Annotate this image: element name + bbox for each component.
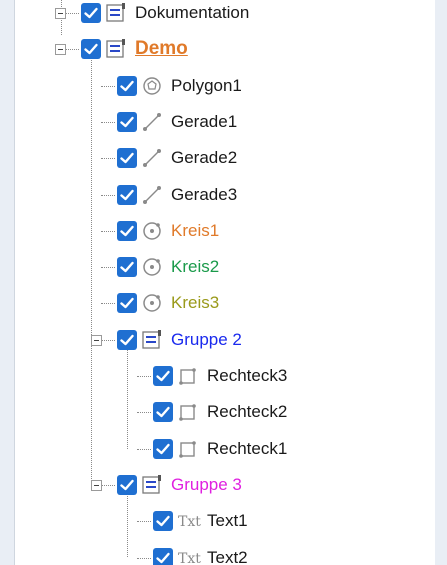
layer-panel: Dokumentation Demo Polygon1 Gerade1 Gerade2 G… bbox=[0, 0, 447, 565]
circle-icon bbox=[141, 256, 161, 276]
tree-connector-line bbox=[101, 121, 115, 123]
checkmark-icon bbox=[156, 515, 170, 527]
visibility-gruppe-3-checkbox[interactable] bbox=[117, 474, 137, 495]
tree-connector-line bbox=[101, 194, 115, 196]
checkmark-icon bbox=[120, 479, 134, 491]
svg-text:Txt: Txt bbox=[178, 551, 201, 565]
tree-connector-line bbox=[65, 13, 79, 14]
tree-connector-line bbox=[101, 303, 115, 305]
visibility-gerade2-checkbox[interactable] bbox=[117, 148, 137, 169]
polygon-icon bbox=[141, 75, 161, 95]
group-icon bbox=[105, 2, 125, 22]
circle-icon bbox=[141, 220, 161, 240]
checkmark-icon bbox=[156, 407, 170, 418]
tree-connector-line bbox=[137, 412, 151, 414]
collapse-demo-expander[interactable] bbox=[55, 44, 66, 56]
visibility-kreis2-checkbox[interactable] bbox=[117, 257, 137, 278]
rectangle-icon bbox=[177, 401, 197, 422]
visibility-rechteck3-checkbox[interactable] bbox=[153, 366, 173, 386]
visibility-demo-checkbox[interactable] bbox=[81, 39, 101, 60]
tree-connector-line bbox=[101, 230, 115, 232]
visibility-gruppe-2-checkbox[interactable] bbox=[117, 329, 137, 350]
checkmark-icon bbox=[120, 261, 134, 273]
line-icon bbox=[141, 184, 161, 204]
layer-item-rechteck2-label[interactable]: Rechteck2 bbox=[207, 402, 287, 422]
visibility-polygon1-checkbox[interactable] bbox=[117, 75, 137, 96]
checkmark-icon bbox=[120, 298, 134, 309]
tree-connector-line bbox=[65, 49, 79, 51]
tree-connector-line bbox=[101, 85, 115, 87]
tree-connector-line bbox=[101, 267, 115, 269]
layer-item-kreis1-label[interactable]: Kreis1 bbox=[171, 221, 219, 241]
checkmark-icon bbox=[120, 80, 134, 91]
layer-item-dokumentation-label[interactable]: Dokumentation bbox=[135, 3, 249, 23]
checkmark-icon bbox=[156, 370, 170, 382]
checkmark-icon bbox=[120, 152, 134, 164]
layer-item-gruppe-3-label[interactable]: Gruppe 3 bbox=[171, 475, 242, 495]
checkmark-icon bbox=[120, 116, 134, 128]
layer-tree: Dokumentation Demo Polygon1 Gerade1 Gerade2 G… bbox=[14, 0, 435, 565]
collapse-gruppe-2-expander[interactable] bbox=[91, 334, 102, 346]
group-icon bbox=[105, 38, 125, 58]
layer-item-kreis2-label[interactable]: Kreis2 bbox=[171, 257, 219, 277]
checkmark-icon bbox=[84, 7, 98, 19]
checkmark-icon bbox=[156, 443, 170, 454]
layer-item-gerade1-label[interactable]: Gerade1 bbox=[171, 112, 237, 132]
line-icon bbox=[141, 147, 161, 168]
layer-item-kreis3-label[interactable]: Kreis3 bbox=[171, 293, 219, 313]
layer-item-gruppe-2-label[interactable]: Gruppe 2 bbox=[171, 330, 242, 350]
tree-connector-line bbox=[101, 158, 115, 160]
layer-item-demo-label[interactable]: Demo bbox=[135, 39, 188, 59]
visibility-rechteck2-checkbox[interactable] bbox=[153, 402, 173, 423]
group-icon bbox=[141, 474, 161, 494]
visibility-gerade3-checkbox[interactable] bbox=[117, 184, 137, 205]
checkmark-icon bbox=[120, 334, 134, 345]
tree-connector-line bbox=[91, 49, 92, 485]
layer-item-gerade2-label[interactable]: Gerade2 bbox=[171, 148, 237, 168]
checkmark-icon bbox=[156, 552, 170, 563]
rectangle-icon bbox=[177, 365, 197, 385]
layer-item-rechteck3-label[interactable]: Rechteck3 bbox=[207, 366, 287, 386]
collapse-dokumentation-expander[interactable] bbox=[55, 8, 66, 19]
visibility-dokumentation-checkbox[interactable] bbox=[81, 3, 101, 23]
layer-item-polygon1-label[interactable]: Polygon1 bbox=[171, 76, 242, 96]
tree-connector-line bbox=[137, 521, 151, 523]
checkmark-icon bbox=[84, 44, 98, 55]
layer-item-rechteck1-label[interactable]: Rechteck1 bbox=[207, 439, 287, 459]
visibility-kreis1-checkbox[interactable] bbox=[117, 220, 137, 241]
layer-item-text2-label[interactable]: Text2 bbox=[207, 548, 248, 565]
rectangle-icon bbox=[177, 438, 197, 458]
tree-connector-line bbox=[137, 557, 151, 559]
tree-connector-line bbox=[137, 448, 151, 450]
tree-connector-line bbox=[127, 339, 128, 449]
visibility-kreis3-checkbox[interactable] bbox=[117, 293, 137, 314]
group-icon bbox=[141, 329, 161, 349]
text-icon: Txt bbox=[177, 547, 201, 565]
text-icon: Txt bbox=[177, 510, 201, 530]
layer-item-gerade3-label[interactable]: Gerade3 bbox=[171, 185, 237, 205]
svg-text:Txt: Txt bbox=[178, 514, 201, 530]
collapse-gruppe-3-expander[interactable] bbox=[91, 479, 102, 491]
tree-connector-line bbox=[101, 339, 115, 341]
tree-connector-line bbox=[137, 376, 151, 377]
visibility-text1-checkbox[interactable] bbox=[153, 511, 173, 532]
layer-item-text1-label[interactable]: Text1 bbox=[207, 511, 248, 531]
checkmark-icon bbox=[120, 189, 134, 200]
visibility-text2-checkbox[interactable] bbox=[153, 547, 173, 565]
tree-connector-line bbox=[127, 484, 128, 558]
circle-icon bbox=[141, 292, 161, 313]
tree-connector-line bbox=[101, 484, 115, 486]
checkmark-icon bbox=[120, 225, 134, 236]
line-icon bbox=[141, 111, 161, 131]
visibility-gerade1-checkbox[interactable] bbox=[117, 111, 137, 132]
visibility-rechteck1-checkbox[interactable] bbox=[153, 438, 173, 459]
